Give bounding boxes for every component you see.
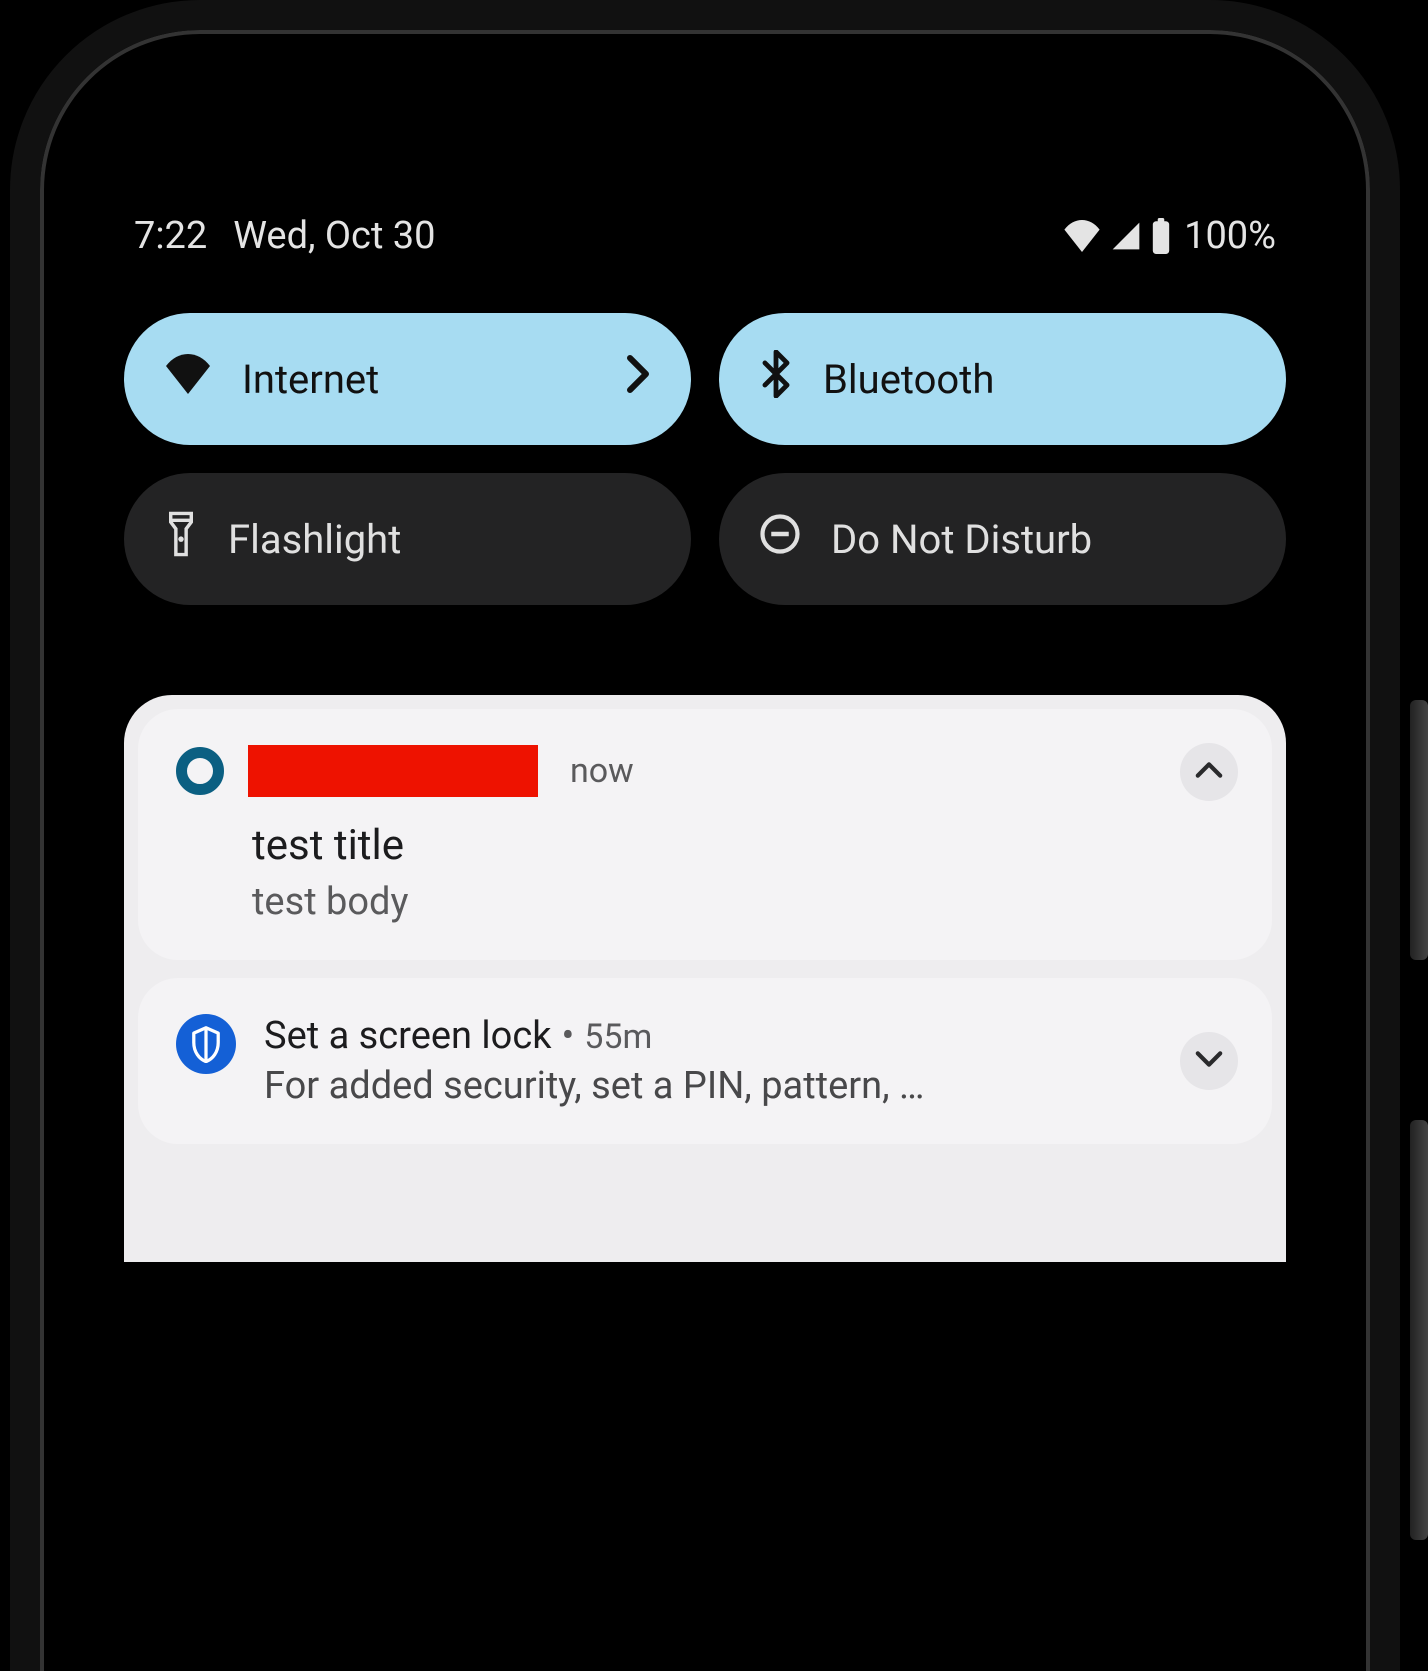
shield-icon (176, 1014, 236, 1074)
qs-tile-label: Bluetooth (823, 356, 994, 403)
notification-item[interactable]: Set a screen lock • 55m For added securi… (138, 978, 1272, 1144)
notification-time: 55m (584, 1017, 652, 1057)
app-icon (176, 747, 224, 795)
status-date: Wed, Oct 30 (233, 214, 435, 258)
notification-time: now (570, 751, 634, 791)
notification-body: For added security, set a PIN, pattern, … (264, 1064, 1084, 1108)
phone-screen: 7:22 Wed, Oct 30 100% (64, 54, 1346, 1671)
qs-tile-label: Flashlight (228, 516, 401, 563)
chevron-down-icon (1195, 1050, 1223, 1072)
qs-tile-label: Do Not Disturb (831, 516, 1092, 563)
wifi-icon (1062, 220, 1102, 252)
notification-shade: now test title test body (124, 695, 1286, 1262)
quick-settings: Internet Bluetooth Flashli (124, 313, 1286, 605)
chevron-right-icon (625, 354, 651, 404)
app-name-redacted (248, 745, 538, 797)
cell-signal-icon (1108, 220, 1144, 252)
do-not-disturb-icon (759, 513, 801, 565)
phone-side-button-2 (1410, 1120, 1428, 1540)
qs-tile-flashlight[interactable]: Flashlight (124, 473, 691, 605)
notification-body: test body (252, 880, 1234, 924)
notification-item[interactable]: now test title test body (138, 709, 1272, 960)
battery-percentage: 100% (1184, 214, 1276, 258)
separator-dot: • (561, 1014, 574, 1058)
phone-side-button-1 (1410, 700, 1428, 960)
notification-title: Set a screen lock (264, 1014, 551, 1058)
collapse-button[interactable] (1180, 743, 1238, 801)
bluetooth-icon (759, 350, 793, 408)
chevron-up-icon (1195, 761, 1223, 783)
status-time: 7:22 (134, 214, 207, 258)
qs-tile-internet[interactable]: Internet (124, 313, 691, 445)
phone-frame: 7:22 Wed, Oct 30 100% (10, 0, 1400, 1671)
battery-icon (1150, 218, 1172, 254)
qs-tile-bluetooth[interactable]: Bluetooth (719, 313, 1286, 445)
qs-tile-label: Internet (242, 356, 379, 403)
qs-tile-dnd[interactable]: Do Not Disturb (719, 473, 1286, 605)
wifi-icon (164, 354, 212, 404)
expand-button[interactable] (1180, 1032, 1238, 1090)
notification-title: test title (252, 821, 1234, 870)
status-bar: 7:22 Wed, Oct 30 100% (124, 214, 1286, 293)
flashlight-icon (164, 510, 198, 568)
